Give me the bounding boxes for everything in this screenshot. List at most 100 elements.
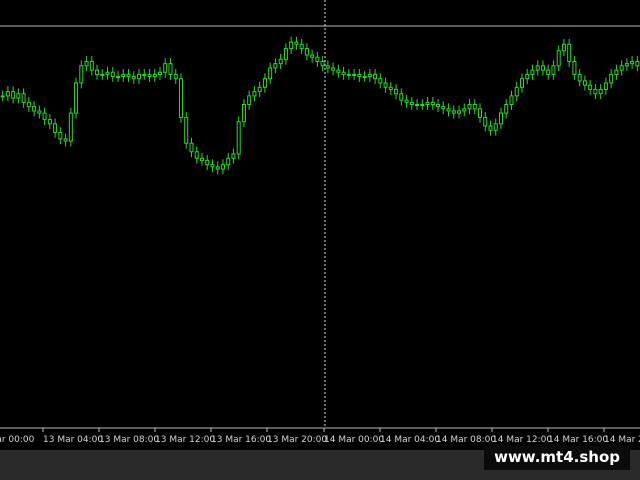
- candle-body: [299, 43, 304, 50]
- candle-body: [278, 58, 283, 65]
- candle-body: [514, 86, 519, 97]
- x-tick-label: 3 Mar 00:00: [0, 435, 35, 445]
- candle-body: [310, 54, 315, 58]
- candle-body: [241, 104, 246, 123]
- price-chart[interactable]: 3 Mar 00:00 13 Mar 04:0013 Mar 08:0013 Ma…: [0, 0, 640, 450]
- candle-body: [388, 86, 393, 90]
- candle-body: [126, 73, 131, 78]
- candle-body: [273, 63, 278, 69]
- candle-body: [11, 91, 16, 99]
- candle-body: [194, 151, 199, 159]
- candle-body: [110, 71, 115, 78]
- candle-body: [184, 116, 189, 144]
- candle-body: [493, 123, 498, 131]
- x-tick-label: 13 Mar 12:00: [155, 435, 215, 445]
- candle-body: [210, 164, 215, 168]
- candle-body: [37, 110, 42, 114]
- candle-body: [131, 76, 136, 80]
- candle-body: [619, 65, 624, 71]
- candle-body: [5, 91, 10, 97]
- candle-body: [142, 73, 147, 76]
- candle-body: [546, 69, 551, 75]
- candle-body: [630, 61, 635, 65]
- candle-body: [357, 73, 362, 78]
- candle-body: [289, 41, 294, 50]
- candle-body: [530, 69, 535, 75]
- candle-body: [603, 82, 608, 90]
- candle-body: [220, 164, 225, 170]
- candle-body: [53, 123, 58, 133]
- candle-body: [331, 67, 336, 71]
- candle-body: [26, 101, 31, 108]
- candle-body: [320, 61, 325, 67]
- x-tick-label: 13 Mar 08:00: [99, 435, 159, 445]
- candle-body: [467, 104, 472, 110]
- candle-body: [247, 95, 252, 106]
- candle-body: [409, 101, 414, 105]
- candle-body: [567, 43, 572, 62]
- candle-body: [373, 73, 378, 80]
- candle-body: [346, 73, 351, 76]
- candle-body: [509, 95, 514, 106]
- candle-body: [488, 125, 493, 131]
- candle-body: [147, 73, 152, 78]
- candle-body: [152, 73, 157, 78]
- candle-body: [137, 73, 142, 80]
- candle-body: [635, 61, 640, 67]
- candle-body: [420, 104, 425, 106]
- candle-body: [63, 138, 68, 142]
- candle-body: [74, 82, 79, 114]
- candle-body: [336, 69, 341, 73]
- candle-body: [593, 88, 598, 95]
- candle-body: [588, 84, 593, 90]
- candle-body: [21, 93, 26, 103]
- candle-body: [436, 104, 441, 108]
- x-tick-label: 14 Mar 16:00: [548, 435, 608, 445]
- candle-body: [47, 119, 52, 125]
- candle-body: [378, 78, 383, 84]
- candle-body: [95, 69, 100, 75]
- candle-body: [32, 106, 37, 112]
- candle-body: [89, 61, 94, 71]
- candle-body: [168, 63, 173, 75]
- candle-body: [315, 56, 320, 63]
- candle-body: [205, 159, 210, 166]
- candle-body: [100, 73, 105, 76]
- candle-body: [341, 71, 346, 75]
- candle-body: [609, 73, 614, 84]
- candle-body: [294, 41, 299, 45]
- candle-body: [441, 106, 446, 110]
- x-tick-label: 14 Mar 00:00: [324, 435, 384, 445]
- watermark: www.mt4.shop: [484, 446, 630, 470]
- candle-body: [383, 82, 388, 88]
- candle-body: [257, 86, 262, 93]
- candle-body: [561, 43, 566, 52]
- candle-body: [535, 65, 540, 71]
- candle-body: [79, 65, 84, 84]
- candle-body: [519, 78, 524, 88]
- candle-body: [472, 104, 477, 110]
- candle-body: [158, 71, 162, 75]
- candle-body: [498, 112, 503, 125]
- candle-body: [173, 73, 178, 80]
- chart-area[interactable]: 3 Mar 00:00 13 Mar 04:0013 Mar 08:0013 Ma…: [0, 0, 640, 450]
- x-tick-label: 13 Mar 04:00: [43, 435, 103, 445]
- candle-body: [199, 157, 204, 161]
- candle-body: [42, 112, 47, 121]
- candle-body: [68, 112, 73, 142]
- candle-body: [457, 110, 462, 114]
- candle-body: [504, 104, 509, 114]
- candle-body: [624, 63, 629, 67]
- candle-body: [415, 104, 420, 106]
- candle-body: [425, 101, 430, 105]
- candle-body: [556, 50, 561, 67]
- candle-body: [404, 99, 409, 103]
- candle-body: [16, 93, 21, 99]
- x-tick-label: 14 Mar 08:00: [436, 435, 496, 445]
- candle-body: [58, 131, 63, 140]
- candle-body: [572, 61, 577, 75]
- candle-body: [105, 71, 110, 75]
- candle-body: [362, 76, 367, 79]
- candle-body: [226, 157, 231, 166]
- candle-body: [478, 108, 482, 118]
